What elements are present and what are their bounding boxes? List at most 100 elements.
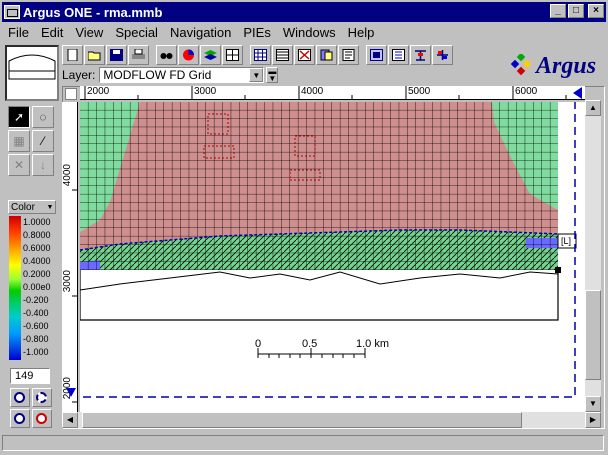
legend-mode: Color [11, 201, 35, 213]
layer-label: Layer: [62, 68, 96, 82]
grid-rows-icon[interactable] [272, 45, 293, 65]
chevron-down-icon: ▼ [46, 203, 54, 211]
magic-wand-tool-icon[interactable]: ⁄ [32, 130, 54, 152]
pie-icon[interactable] [178, 45, 199, 65]
legend-value: 0.00e0 [23, 282, 51, 292]
horizontal-scrollbar[interactable]: ◀ ▶ [62, 412, 601, 428]
lasso-tool-icon[interactable]: ◌ [32, 106, 54, 128]
vertical-ruler: 4000 3000 2000 [62, 102, 78, 412]
window-title: Argus ONE - rma.mmb [23, 4, 163, 20]
ruler-corner[interactable] [65, 88, 77, 100]
chevron-down-icon[interactable]: ▼ [249, 68, 264, 82]
layer-select[interactable]: MODFLOW FD Grid ▼ [99, 67, 265, 83]
model-canvas[interactable]: [L] 0 0.5 1.0 km [80, 102, 585, 412]
run-icon[interactable] [410, 45, 431, 65]
legend-value: 1.0000 [23, 217, 51, 227]
status-panel [2, 435, 604, 451]
legend-value: -0.400 [23, 308, 49, 318]
scroll-right-button[interactable]: ▶ [585, 412, 601, 428]
print-icon[interactable] [128, 45, 149, 65]
pointer-tool-icon[interactable]: ➚ [8, 106, 30, 128]
layer-bar: Layer: MODFLOW FD Grid ▼ ▬ ▼ [62, 66, 279, 84]
vertical-scrollbar[interactable]: ▲ ▼ [585, 100, 601, 412]
grid-select-tool-icon[interactable]: ▦ [8, 130, 30, 152]
legend-value: -0.800 [23, 334, 49, 344]
menu-bar: File Edit View Special Navigation PIEs W… [2, 23, 606, 42]
x-tick: 4000 [301, 86, 324, 97]
title-bar: Argus ONE - rma.mmb _ □ × [2, 2, 606, 22]
legend-value: 0.2000 [23, 269, 51, 279]
menu-special[interactable]: Special [109, 25, 164, 40]
scroll-left-button[interactable]: ◀ [62, 412, 78, 428]
ruler-marker-icon[interactable] [66, 388, 76, 398]
grid-icon[interactable] [222, 45, 243, 65]
minimize-button[interactable]: _ [550, 4, 566, 18]
x-tick: 6000 [515, 86, 538, 97]
x-tick: 2000 [87, 86, 110, 97]
new-file-icon[interactable] [62, 45, 83, 65]
zoom-extent-icon[interactable] [32, 388, 52, 407]
scroll-up-button[interactable]: ▲ [585, 100, 601, 116]
menu-windows[interactable]: Windows [277, 25, 342, 40]
grid-table-icon[interactable] [250, 45, 271, 65]
selection-handle[interactable] [555, 267, 561, 273]
zoom-icon[interactable] [10, 388, 30, 407]
argus-logo: Argus [510, 44, 605, 88]
horizontal-scroll-thumb[interactable] [82, 412, 522, 428]
menu-navigation[interactable]: Navigation [164, 25, 237, 40]
legend-color-bar [9, 216, 21, 360]
menu-view[interactable]: View [69, 25, 109, 40]
params-icon[interactable] [388, 45, 409, 65]
zoom-field[interactable]: 149 [10, 368, 50, 384]
app-icon[interactable] [4, 5, 20, 19]
layer-surface-line [80, 271, 559, 291]
ruler-marker-icon[interactable] [573, 87, 583, 99]
model-icon[interactable] [366, 45, 387, 65]
zoom-out-icon[interactable] [10, 409, 30, 428]
x-tick: 3000 [194, 86, 217, 97]
legend-mode-select[interactable]: Color ▼ [8, 200, 56, 214]
color-legend: Color ▼ 1.0000 0.8000 0.6000 0.4000 0.20… [8, 200, 56, 360]
legend-value: 0.4000 [23, 256, 51, 266]
scale-label: 0.5 [302, 338, 318, 350]
map-tag: [L] [561, 236, 572, 246]
menu-help[interactable]: Help [342, 25, 381, 40]
toolbar [62, 44, 454, 66]
close-button[interactable]: × [588, 4, 604, 18]
x-tick: 5000 [408, 86, 431, 97]
horizontal-ruler: 2000 3000 4000 5000 6000 [80, 86, 585, 100]
overview-thumbnail[interactable] [5, 45, 59, 101]
zoom-in-icon[interactable] [32, 409, 52, 428]
legend-labels: 1.0000 0.8000 0.6000 0.4000 0.2000 0.00e… [23, 216, 56, 360]
scale-label: 1.0 km [356, 338, 390, 350]
vertical-tool-icon[interactable]: ↓ [32, 154, 54, 176]
zoom-tools [10, 388, 54, 430]
report-icon[interactable] [338, 45, 359, 65]
open-file-icon[interactable] [84, 45, 105, 65]
delete-tool-icon[interactable]: ✕ [8, 154, 30, 176]
export-icon[interactable] [316, 45, 337, 65]
maximize-button[interactable]: □ [568, 4, 584, 18]
status-bar [2, 433, 606, 453]
scroll-down-button[interactable]: ▼ [585, 396, 601, 412]
run-settings-icon[interactable] [432, 45, 453, 65]
menu-edit[interactable]: Edit [35, 25, 69, 40]
save-icon[interactable] [106, 45, 127, 65]
grid-delete-icon[interactable] [294, 45, 315, 65]
legend-value: -1.000 [23, 347, 49, 357]
logo-mark-icon [510, 54, 532, 76]
legend-value: 0.8000 [23, 230, 51, 240]
legend-value: -0.200 [23, 295, 49, 305]
layers-icon[interactable] [200, 45, 221, 65]
tool-palette: ➚ ◌ ▦ ⁄ ✕ ↓ [8, 106, 56, 176]
layer-order-button[interactable]: ▬ ▼ [266, 67, 279, 83]
menu-file[interactable]: File [2, 25, 35, 40]
scale-label: 0 [255, 338, 262, 350]
legend-value: 0.6000 [23, 243, 51, 253]
legend-value: -0.600 [23, 321, 49, 331]
menu-pies[interactable]: PIEs [237, 25, 276, 40]
vertical-scroll-thumb[interactable] [585, 290, 601, 380]
find-icon[interactable] [156, 45, 177, 65]
layer-select-value: MODFLOW FD Grid [103, 68, 212, 82]
logo-text: Argus [536, 52, 597, 79]
